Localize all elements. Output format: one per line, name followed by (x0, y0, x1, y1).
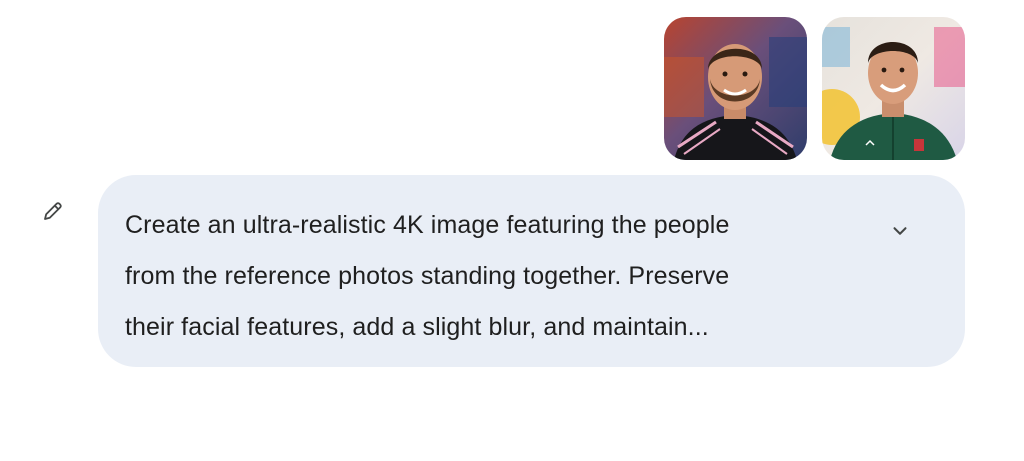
prompt-line-1: Create an ultra-realistic 4K image featu… (125, 211, 730, 239)
user-message-bubble: Create an ultra-realistic 4K image featu… (98, 175, 965, 367)
chevron-down-icon (893, 227, 907, 235)
pencil-icon (44, 202, 62, 220)
attachment-thumbnail-1[interactable] (664, 17, 807, 160)
photo-thumbnail-icon (822, 17, 965, 160)
prompt-text: Create an ultra-realistic 4K image featu… (125, 200, 845, 353)
prompt-line-2: from the reference photos standing toget… (125, 262, 730, 290)
chat-area: Create an ultra-realistic 4K image featu… (0, 0, 1024, 461)
edit-prompt-button[interactable] (36, 194, 70, 228)
attachment-thumbnail-2[interactable] (822, 17, 965, 160)
prompt-line-3: their facial features, add a slight blur… (125, 313, 709, 341)
expand-message-button[interactable] (882, 213, 918, 249)
photo-thumbnail-icon (664, 17, 807, 160)
